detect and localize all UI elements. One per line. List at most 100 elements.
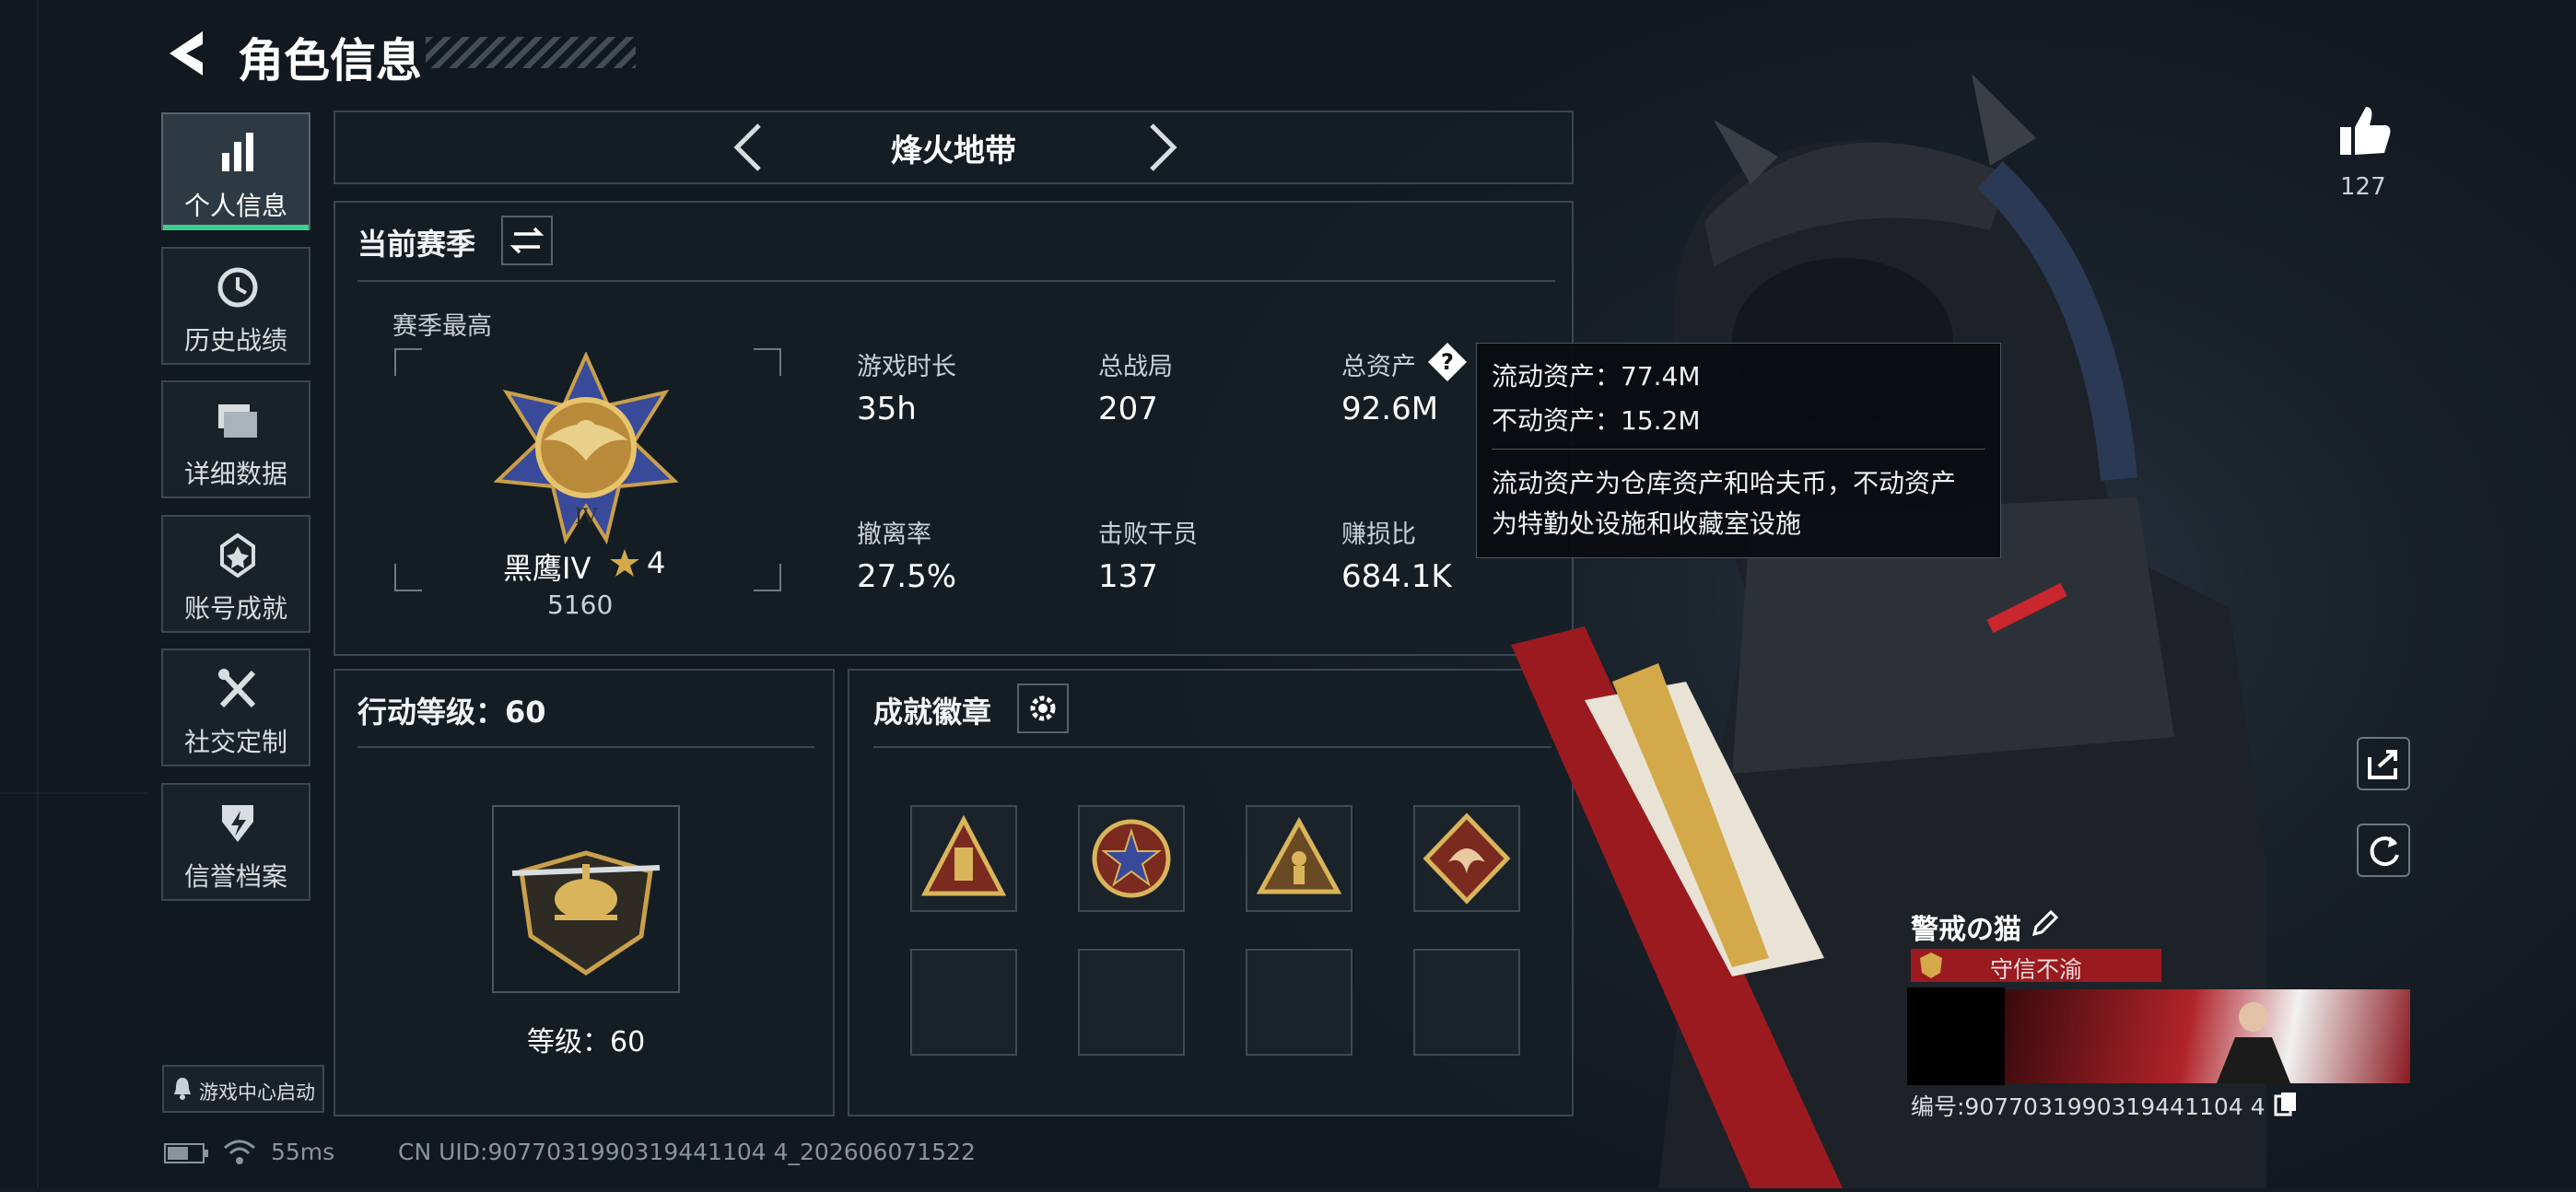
stat-value-profit-ratio: 684.1K xyxy=(1341,558,1452,595)
rank-name: 黑鹰IV xyxy=(503,551,591,586)
stat-label-total-matches: 总战局 xyxy=(1098,353,1173,381)
copy-icon xyxy=(2274,1093,2296,1116)
shield-icon xyxy=(222,805,253,842)
badge-slot-empty[interactable] xyxy=(910,949,1017,1056)
stat-value-total-matches: 207 xyxy=(1098,391,1158,427)
banner-figure xyxy=(2217,1002,2290,1083)
badges-settings-button[interactable] xyxy=(1017,684,1069,733)
action-level-panel: 行动等级：60 等级：60 xyxy=(334,669,835,1116)
profile-name: 警戒の猫 xyxy=(1911,914,2021,946)
divider xyxy=(357,746,814,748)
copy-id-button[interactable] xyxy=(2274,1091,2298,1116)
sidebar-item-personal-info[interactable]: 个人信息 xyxy=(161,112,310,230)
star-seal-badge-icon xyxy=(1092,819,1171,898)
uid-text: CN UID:9077031990319441104 4_20260607152… xyxy=(398,1139,976,1165)
gear-icon xyxy=(1030,695,1056,721)
action-level-title: 行动等级：60 xyxy=(357,695,546,730)
sidebar-item-credit-file[interactable]: 信誉档案 xyxy=(161,783,310,901)
folder-icon xyxy=(218,404,257,438)
refresh-icon xyxy=(2370,836,2399,867)
tooltip-desc-line2: 为特勤处设施和收藏室设施 xyxy=(1492,508,1802,539)
rank-score: 5160 xyxy=(547,590,614,620)
swap-icon xyxy=(509,227,544,254)
wifi-icon xyxy=(223,1137,256,1166)
svg-text:IV: IV xyxy=(575,506,599,529)
frame-corner xyxy=(754,348,781,376)
edit-name-button[interactable] xyxy=(2029,908,2060,940)
page-title: 角色信息 xyxy=(238,34,422,88)
sidebar-item-label: 社交定制 xyxy=(183,727,287,757)
sidebar-item-label: 账号成就 xyxy=(183,593,287,624)
pencil-icon xyxy=(2032,909,2059,937)
mode-name: 烽火地带 xyxy=(891,133,1016,169)
sidebar-item-label: 历史战绩 xyxy=(183,325,287,356)
stat-label-extract-rate: 撤离率 xyxy=(857,520,931,549)
refresh-button[interactable] xyxy=(2357,824,2410,877)
like-count: 127 xyxy=(2340,173,2386,201)
battery-icon xyxy=(164,1142,210,1164)
bar-chart-icon xyxy=(222,133,253,171)
avatar[interactable] xyxy=(1907,987,2005,1085)
bell-icon xyxy=(173,1076,192,1100)
badges-title: 成就徽章 xyxy=(873,695,992,730)
tooltip-desc-line1: 流动资产为仓库资产和哈夫币，不动资产 xyxy=(1492,468,1957,498)
game-center-label: 游戏中心启动 xyxy=(199,1081,315,1104)
stat-value-extract-rate: 27.5% xyxy=(857,558,957,595)
mode-selector: 烽火地带 xyxy=(334,111,1574,184)
title-decoration xyxy=(426,37,636,68)
sidebar-item-social-custom[interactable]: 社交定制 xyxy=(161,649,310,766)
profile-card: 警戒の猫 守信不渝 编号:9077031990319441104 4 xyxy=(1903,903,2412,1124)
assets-help-icon[interactable]: ? xyxy=(1426,341,1469,383)
sidebar-item-achievements[interactable]: 账号成就 xyxy=(161,515,310,633)
frame-corner xyxy=(394,348,422,376)
rank-star-icon xyxy=(608,547,641,580)
sidebar-item-label: 个人信息 xyxy=(183,191,287,221)
stat-label-profit-ratio: 赚损比 xyxy=(1341,520,1416,549)
season-best-label: 赛季最高 xyxy=(392,312,492,341)
grid-line xyxy=(37,0,39,1188)
tag-text: 守信不渝 xyxy=(1989,956,2082,983)
sidebar-item-label: 信誉档案 xyxy=(183,861,287,892)
stat-value-play-time: 35h xyxy=(857,391,917,427)
badge-slot-empty[interactable] xyxy=(1078,949,1185,1056)
level-text: 等级：60 xyxy=(527,1026,646,1058)
badge-slot[interactable] xyxy=(1078,805,1185,912)
achievement-badges-panel: 成就徽章 xyxy=(848,669,1574,1116)
tools-icon xyxy=(218,669,256,708)
tooltip-fixed-assets: 不动资产：15.2M xyxy=(1492,405,1701,436)
like-button[interactable] xyxy=(2335,101,2394,160)
history-icon xyxy=(217,267,258,308)
triangle-badge-icon xyxy=(920,814,1007,896)
current-season-panel: 当前赛季 赛季最高 IV 黑鹰IV 4 5160 游戏时长 35h 总战局 20… xyxy=(334,201,1574,656)
svg-text:?: ? xyxy=(1441,349,1454,375)
back-button[interactable] xyxy=(162,26,214,81)
frame-corner xyxy=(394,564,422,591)
mode-next-button[interactable] xyxy=(1133,120,1188,175)
frame-corner xyxy=(754,564,781,591)
share-button[interactable] xyxy=(2357,737,2410,790)
badge-slot[interactable] xyxy=(1246,805,1352,912)
profile-banner xyxy=(2005,989,2410,1083)
game-center-button[interactable]: 游戏中心启动 xyxy=(162,1065,324,1113)
grid-line xyxy=(0,792,147,794)
divider xyxy=(357,280,1555,282)
ping-text: 55ms xyxy=(271,1139,335,1165)
helicopter-badge-icon xyxy=(511,850,661,976)
stat-value-kills: 137 xyxy=(1098,558,1158,595)
stat-label-kills: 击败干员 xyxy=(1098,520,1198,549)
soldiers-badge-icon xyxy=(1256,816,1342,894)
badge-slot[interactable] xyxy=(910,805,1017,912)
stat-label-total-assets: 总资产 xyxy=(1341,353,1416,381)
back-arrow-icon xyxy=(170,31,203,76)
divider xyxy=(873,746,1551,748)
sidebar-item-detailed-data[interactable]: 详细数据 xyxy=(161,380,310,498)
achievement-icon xyxy=(220,532,255,578)
badge-slot-empty[interactable] xyxy=(1246,949,1352,1056)
profile-id: 编号:9077031990319441104 4 xyxy=(1911,1093,2266,1120)
season-switch-button[interactable] xyxy=(501,216,553,265)
sidebar-item-history[interactable]: 历史战绩 xyxy=(161,247,310,365)
sidebar-item-label: 详细数据 xyxy=(183,459,287,489)
stat-label-play-time: 游戏时长 xyxy=(857,353,956,381)
level-badge-frame xyxy=(492,805,680,993)
profile-tag: 守信不渝 xyxy=(1911,949,2161,983)
